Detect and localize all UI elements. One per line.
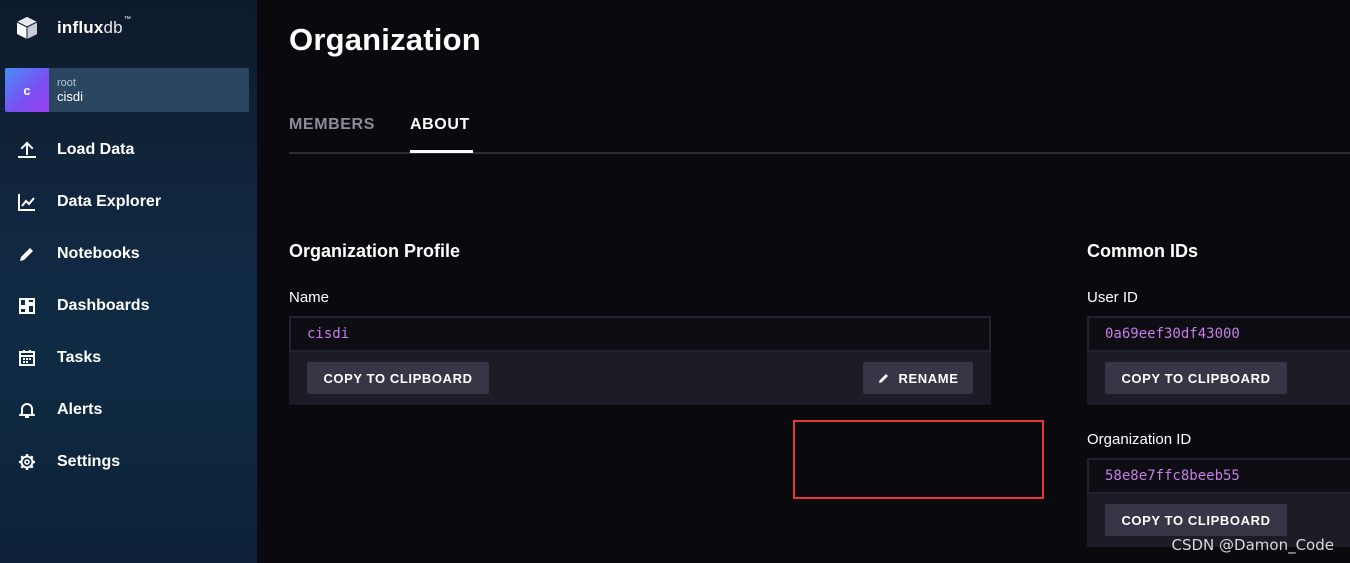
pencil-icon xyxy=(878,372,890,384)
organization-id-panel: 58e8e7ffc8beeb55 COPY TO CLIPBOARD xyxy=(1087,458,1350,547)
nav-item-dashboards[interactable]: Dashboards xyxy=(0,286,257,326)
copy-name-button[interactable]: COPY TO CLIPBOARD xyxy=(307,362,489,394)
organization-id-field[interactable]: 58e8e7ffc8beeb55 xyxy=(1087,458,1350,494)
copy-organization-id-button[interactable]: COPY TO CLIPBOARD xyxy=(1105,504,1287,536)
tab-bar: MEMBERS ABOUT xyxy=(289,104,1350,154)
nav-item-load-data[interactable]: Load Data xyxy=(0,130,257,170)
avatar: c xyxy=(5,68,49,112)
organization-profile-title: Organization Profile xyxy=(289,241,461,261)
user-role: root xyxy=(57,77,76,89)
highlight-annotation-box xyxy=(793,420,1044,499)
nav-item-settings[interactable]: Settings xyxy=(0,442,257,482)
rename-button[interactable]: RENAME xyxy=(863,362,973,394)
organization-id-label: Organization ID xyxy=(1087,431,1192,448)
organization-name-field[interactable]: cisdi xyxy=(289,316,991,352)
user-switcher[interactable]: c root cisdi xyxy=(5,68,249,112)
nav-label: Settings xyxy=(57,453,121,470)
copy-button-label: COPY TO CLIPBOARD xyxy=(1121,370,1271,386)
nav-label: Load Data xyxy=(57,141,135,158)
user-org: cisdi xyxy=(57,89,84,104)
nav-label: Alerts xyxy=(57,401,103,418)
calendar-icon xyxy=(17,348,37,368)
copy-user-id-button[interactable]: COPY TO CLIPBOARD xyxy=(1105,362,1287,394)
tab-members[interactable]: MEMBERS xyxy=(289,116,375,134)
user-id-field[interactable]: 0a69eef30df43000 xyxy=(1087,316,1350,352)
page-title: Organization xyxy=(289,22,481,57)
brand-logo[interactable]: influxdb™ xyxy=(14,14,131,42)
rename-button-label: RENAME xyxy=(898,370,959,386)
name-label: Name xyxy=(289,289,330,306)
bell-icon xyxy=(17,400,37,420)
upload-icon xyxy=(17,140,37,160)
dashboard-icon xyxy=(17,296,37,316)
gear-icon xyxy=(17,452,37,472)
user-info: root cisdi xyxy=(57,76,83,104)
user-id-panel: 0a69eef30df43000 COPY TO CLIPBOARD xyxy=(1087,316,1350,405)
nav-label: Tasks xyxy=(57,349,102,366)
tab-about[interactable]: ABOUT xyxy=(410,116,470,134)
user-id-label: User ID xyxy=(1087,289,1138,306)
copy-button-label: COPY TO CLIPBOARD xyxy=(323,370,473,386)
chart-icon xyxy=(17,192,37,212)
nav-item-notebooks[interactable]: Notebooks xyxy=(0,234,257,274)
brand-name: influxdb™ xyxy=(57,16,132,37)
nav-label: Dashboards xyxy=(57,297,150,314)
organization-name-panel: cisdi COPY TO CLIPBOARD RENAME xyxy=(289,316,991,405)
sidebar: influxdb™ c root cisdi Load Data Data Ex… xyxy=(0,0,257,563)
nav-label: Data Explorer xyxy=(57,193,162,210)
pencil-icon xyxy=(17,244,37,264)
copy-button-label: COPY TO CLIPBOARD xyxy=(1121,512,1271,528)
influxdb-cube-icon xyxy=(16,17,38,39)
watermark: CSDN @Damon_Code xyxy=(1171,536,1334,554)
nav-item-tasks[interactable]: Tasks xyxy=(0,338,257,378)
nav-item-data-explorer[interactable]: Data Explorer xyxy=(0,182,257,222)
common-ids-title: Common IDs xyxy=(1087,241,1199,261)
active-tab-indicator xyxy=(410,150,473,153)
nav-item-alerts[interactable]: Alerts xyxy=(0,390,257,430)
nav-label: Notebooks xyxy=(57,245,140,262)
